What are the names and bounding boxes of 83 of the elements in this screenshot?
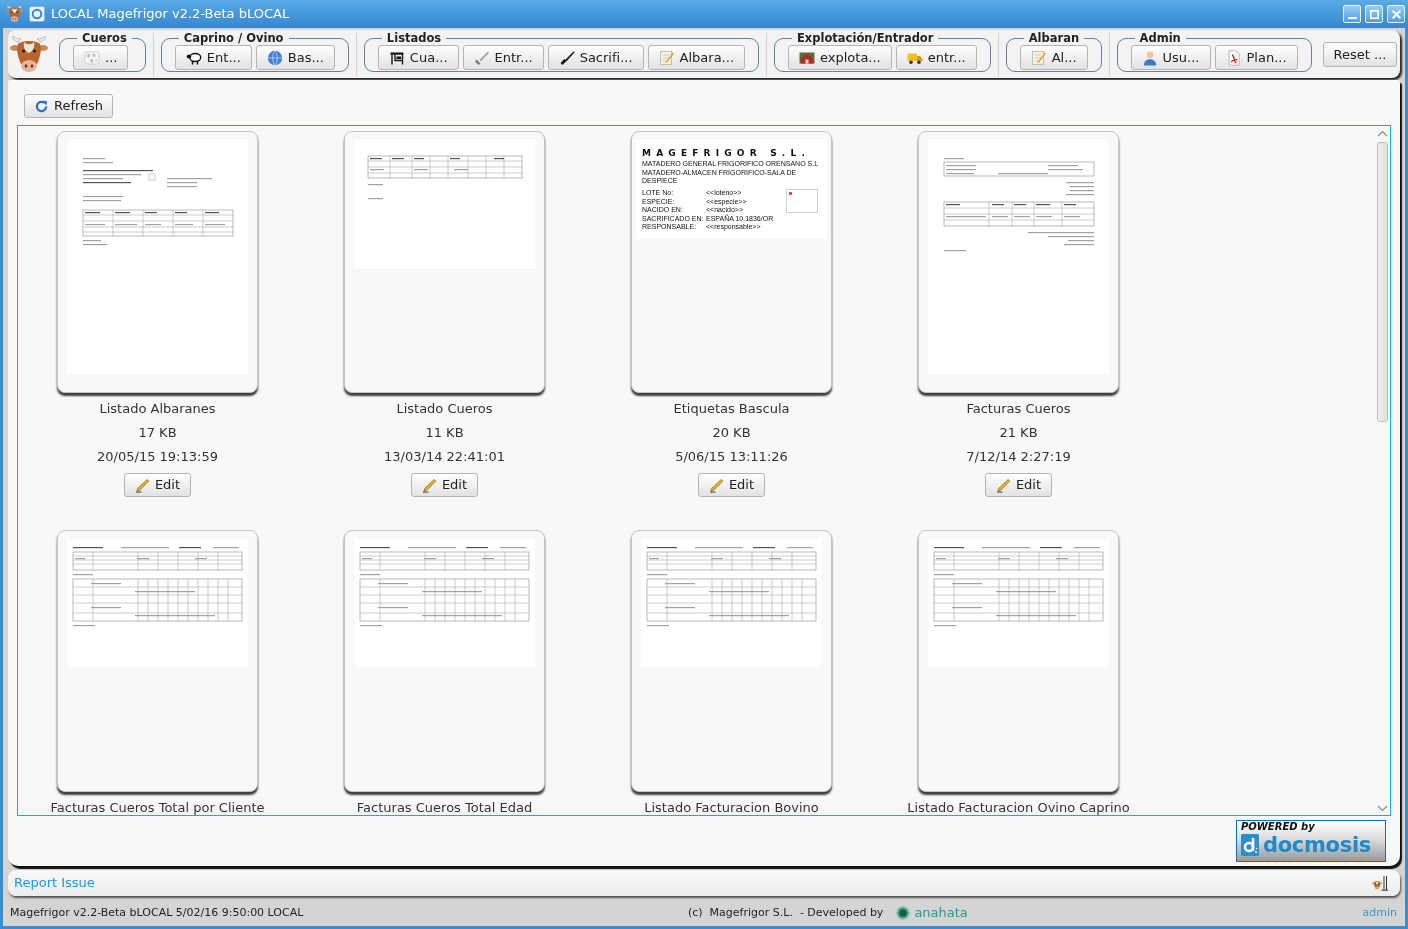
file-size: 20 KB bbox=[712, 425, 751, 440]
group-title: Caprino / Ovino bbox=[182, 31, 285, 45]
template-name: Facturas Cueros Total por Cliente bbox=[50, 800, 265, 815]
toolbar-button[interactable]: Al... bbox=[1019, 45, 1088, 70]
broken-image-icon bbox=[789, 192, 792, 195]
toolbar-button[interactable]: Usu... bbox=[1130, 45, 1211, 70]
build-info: Magefrigor v2.2-Beta bLOCAL 5/02/16 9:50:00 LOCAL bbox=[10, 906, 305, 920]
group-title: Albaran bbox=[1027, 31, 1081, 45]
toolbar-button[interactable]: Ent... bbox=[174, 45, 252, 70]
group-title: Cueros bbox=[81, 31, 128, 45]
powered-by-text: POWERED by bbox=[1241, 821, 1316, 833]
refresh-icon bbox=[34, 98, 49, 114]
toolbar-button[interactable]: explota... bbox=[788, 45, 892, 70]
pencil-icon bbox=[421, 477, 437, 493]
user-icon bbox=[1141, 49, 1158, 66]
spots-icon bbox=[84, 49, 100, 66]
ring-icon[interactable] bbox=[29, 6, 45, 22]
credits-text: (c) Magefrigor S.L. - Developed by bbox=[688, 906, 884, 920]
minimize-button[interactable] bbox=[1343, 5, 1361, 23]
template-name: Listado Albaranes bbox=[99, 401, 216, 416]
template-card[interactable] bbox=[631, 131, 832, 393]
edit-button[interactable]: Edit bbox=[984, 473, 1053, 497]
template-card[interactable] bbox=[918, 530, 1119, 792]
toolbar-button[interactable]: ... bbox=[73, 45, 129, 70]
reset-button[interactable]: Reset ... bbox=[1322, 42, 1398, 67]
minimize-icon bbox=[1347, 16, 1357, 19]
template-card[interactable] bbox=[631, 530, 832, 792]
group-title: Listados bbox=[385, 31, 443, 45]
knife-icon bbox=[558, 49, 575, 66]
cow-head-icon bbox=[1372, 875, 1388, 891]
template-card[interactable] bbox=[918, 131, 1119, 393]
scrollbar-thumb[interactable] bbox=[1377, 142, 1388, 422]
toolbar-button[interactable]: Plan... bbox=[1214, 45, 1298, 70]
powered-by-badge[interactable]: POWERED by docmosis bbox=[1236, 820, 1386, 862]
document-icon bbox=[1225, 49, 1242, 66]
group-title: Admin bbox=[1138, 31, 1182, 45]
modified-date: 13/03/14 22:41:01 bbox=[384, 449, 505, 464]
pencil-icon bbox=[708, 477, 724, 493]
toolbar-button[interactable]: Sacrifi... bbox=[547, 45, 644, 70]
pencil-icon bbox=[995, 477, 1011, 493]
template-card[interactable] bbox=[57, 530, 258, 792]
template-name: Listado Facturacion Bovino bbox=[644, 800, 819, 815]
scroll-down-icon[interactable] bbox=[1377, 804, 1388, 813]
toolbar-button[interactable]: Entr... bbox=[462, 45, 544, 70]
edit-button[interactable]: Edit bbox=[123, 473, 192, 497]
globe-icon bbox=[266, 49, 283, 66]
modified-date: 5/06/15 13:11:26 bbox=[675, 449, 788, 464]
refresh-button[interactable]: Refresh bbox=[24, 94, 114, 118]
close-button[interactable] bbox=[1387, 5, 1405, 23]
cow-head-icon bbox=[6, 5, 23, 23]
toolbar-button[interactable]: Albara... bbox=[647, 45, 745, 70]
pencil-icon bbox=[134, 477, 150, 493]
label-heading: MAGEFRIGOR S.L. bbox=[642, 148, 812, 159]
starburst-icon bbox=[895, 905, 912, 921]
toolbar-button[interactable]: Cua... bbox=[377, 45, 459, 70]
edit-button[interactable]: Edit bbox=[697, 473, 766, 497]
maximize-icon bbox=[1369, 9, 1379, 19]
file-size: 17 KB bbox=[138, 425, 177, 440]
maximize-button[interactable] bbox=[1365, 5, 1383, 23]
developer-name: anahata bbox=[914, 905, 968, 921]
template-card[interactable] bbox=[344, 530, 545, 792]
template-name: Listado Cueros bbox=[396, 401, 493, 416]
modified-date: 20/05/15 19:13:59 bbox=[97, 449, 218, 464]
template-name: Facturas Cueros Total Edad bbox=[356, 800, 533, 815]
modified-date: 7/12/14 2:27:19 bbox=[966, 449, 1071, 464]
window-title: LOCAL Magefrigor v2.2-Beta bLOCAL bbox=[51, 6, 290, 22]
notepad-icon bbox=[1030, 49, 1047, 66]
edit-button[interactable]: Edit bbox=[410, 473, 479, 497]
close-icon bbox=[1391, 9, 1401, 19]
group-title: Explotación/Entrador bbox=[796, 31, 935, 45]
brand-name: docmosis bbox=[1263, 833, 1371, 857]
toolbar-button[interactable]: Bas... bbox=[255, 45, 335, 70]
toolbar-button[interactable]: entr... bbox=[895, 45, 977, 70]
file-size: 11 KB bbox=[425, 425, 464, 440]
notepad-icon bbox=[658, 49, 675, 66]
file-size: 21 KB bbox=[999, 425, 1038, 440]
template-name: Listado Facturacion Ovino Caprino bbox=[907, 800, 1130, 815]
template-name: Facturas Cueros bbox=[966, 401, 1071, 416]
blade-icon bbox=[473, 49, 490, 66]
template-card[interactable] bbox=[57, 131, 258, 393]
scroll-up-icon[interactable] bbox=[1377, 129, 1388, 138]
logo-mark-icon bbox=[1241, 834, 1259, 856]
template-name: Etiquetas Bascula bbox=[673, 401, 790, 416]
